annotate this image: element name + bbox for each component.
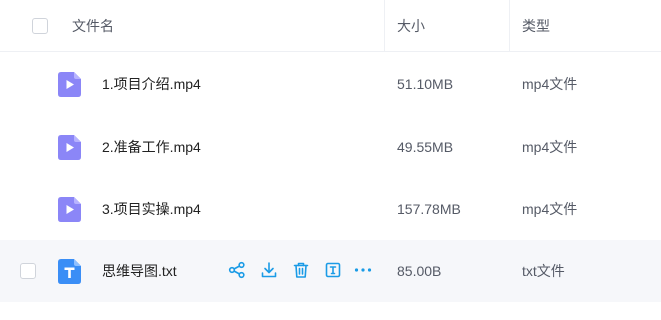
column-header-name[interactable]: 文件名 <box>72 0 114 52</box>
file-name[interactable]: 思维导图.txt <box>102 261 177 281</box>
table-row[interactable]: 2.准备工作.mp4 49.55MB mp4文件 <box>0 116 661 178</box>
video-file-icon <box>58 72 81 97</box>
file-table: 文件名 大小 类型 1.项目介绍.mp4 51.10MB mp4文件 2.准备工… <box>0 0 661 320</box>
column-divider <box>509 0 510 52</box>
file-type: mp4文件 <box>522 201 578 217</box>
row-checkbox[interactable] <box>20 263 36 279</box>
download-icon[interactable] <box>260 261 278 279</box>
file-type: txt文件 <box>522 263 565 279</box>
video-file-icon <box>58 135 81 160</box>
column-divider <box>384 0 385 52</box>
file-size: 157.78MB <box>397 201 461 217</box>
table-row[interactable]: 思维导图.txt 85.00B txt文件 <box>0 240 661 302</box>
share-icon[interactable] <box>228 261 246 279</box>
file-size: 49.55MB <box>397 139 454 155</box>
rename-icon[interactable] <box>324 261 342 279</box>
table-header: 文件名 大小 类型 <box>0 0 661 52</box>
file-size: 85.00B <box>397 263 442 279</box>
more-icon[interactable] <box>354 261 372 279</box>
delete-icon[interactable] <box>292 261 310 279</box>
file-name[interactable]: 2.准备工作.mp4 <box>102 137 201 157</box>
table-row[interactable]: 3.项目实操.mp4 157.78MB mp4文件 <box>0 178 661 240</box>
text-file-icon <box>58 259 81 284</box>
column-header-size[interactable]: 大小 <box>397 0 425 52</box>
file-type: mp4文件 <box>522 76 578 92</box>
file-name[interactable]: 1.项目介绍.mp4 <box>102 74 201 94</box>
table-row[interactable]: 1.项目介绍.mp4 51.10MB mp4文件 <box>0 53 661 115</box>
video-file-icon <box>58 197 81 222</box>
file-name[interactable]: 3.项目实操.mp4 <box>102 199 201 219</box>
file-type: mp4文件 <box>522 139 578 155</box>
file-size: 51.10MB <box>397 76 454 92</box>
select-all-checkbox[interactable] <box>32 18 48 34</box>
column-header-type[interactable]: 类型 <box>522 0 550 52</box>
